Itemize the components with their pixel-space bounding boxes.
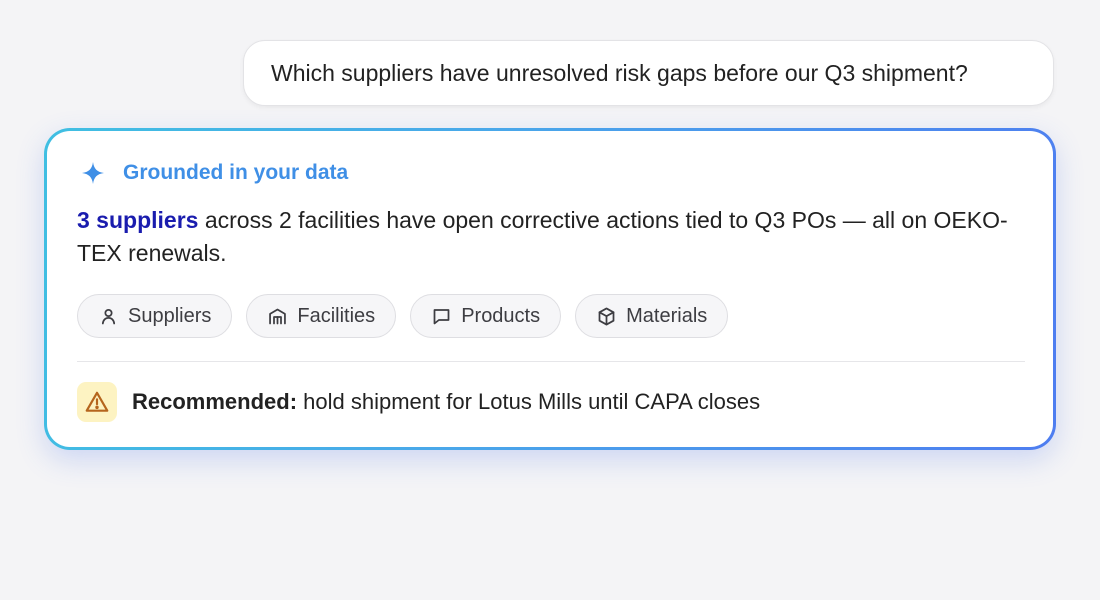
chip-facilities-label: Facilities [297, 304, 376, 327]
summary-text: across 2 facilities have open corrective… [77, 207, 1008, 266]
grounded-header: Grounded in your data [81, 161, 348, 185]
chip-facilities[interactable]: Facilities [246, 294, 397, 338]
chip-materials-label: Materials [626, 304, 708, 327]
user-message-text: Which suppliers have unresolved risk gap… [271, 59, 968, 86]
user-message-bubble: Which suppliers have unresolved risk gap… [243, 40, 1054, 106]
recommendation: Recommended: hold shipment for Lotus Mil… [77, 382, 760, 422]
building-icon [267, 306, 288, 327]
chip-suppliers[interactable]: Suppliers [77, 294, 233, 338]
chip-products[interactable]: Products [410, 294, 562, 338]
chat-bubble-icon [431, 306, 452, 327]
answer-summary: 3 suppliers across 2 facilities have ope… [77, 204, 1027, 270]
chip-products-label: Products [461, 304, 541, 327]
cube-icon [596, 306, 617, 327]
recommendation-label: Recommended: [132, 389, 298, 414]
entity-chip-row: Suppliers Facilities Products Materials [77, 294, 729, 338]
person-icon [98, 306, 119, 327]
summary-highlight: 3 suppliers [77, 207, 199, 233]
recommendation-body: hold shipment for Lotus Mills until CAPA… [297, 389, 761, 414]
ai-answer-card: Grounded in your data 3 suppliers across… [44, 128, 1056, 450]
chip-materials[interactable]: Materials [575, 294, 729, 338]
chat-view: Which suppliers have unresolved risk gap… [0, 0, 1100, 600]
warning-icon [84, 389, 110, 415]
ai-answer-card-body: Grounded in your data 3 suppliers across… [47, 131, 1053, 447]
sparkle-icon [81, 161, 105, 185]
card-divider [77, 361, 1025, 362]
chip-suppliers-label: Suppliers [128, 304, 212, 327]
grounded-label: Grounded in your data [123, 161, 349, 184]
warning-badge [77, 382, 117, 422]
recommendation-text: Recommended: hold shipment for Lotus Mil… [132, 389, 760, 415]
